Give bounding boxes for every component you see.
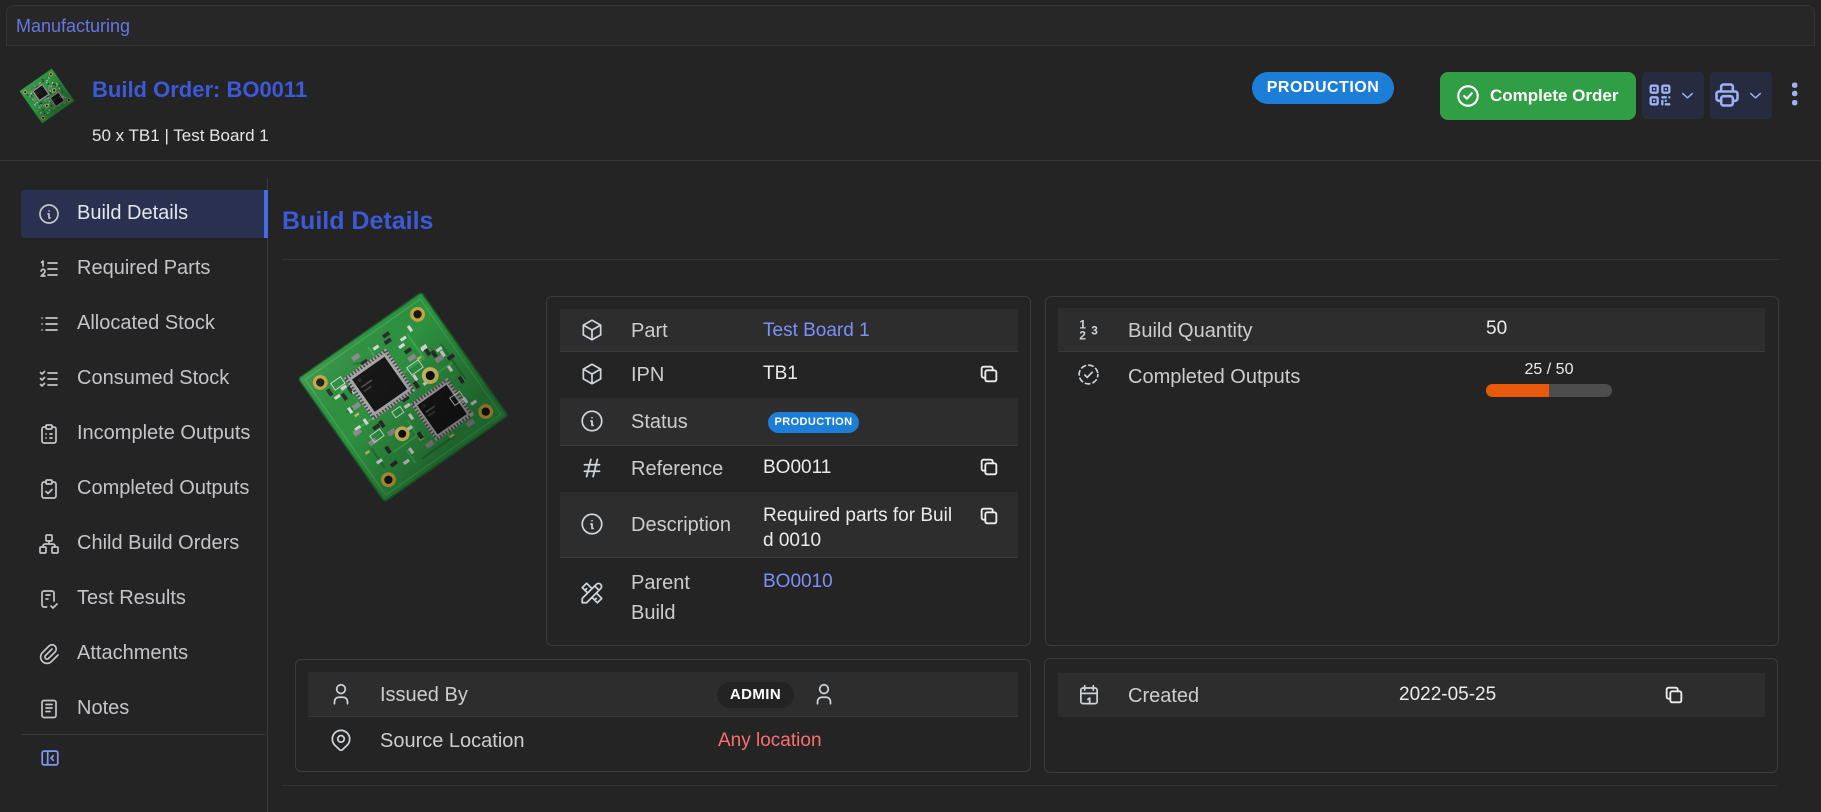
svg-text:3: 3: [1091, 324, 1098, 338]
svg-text:2: 2: [1079, 329, 1086, 343]
